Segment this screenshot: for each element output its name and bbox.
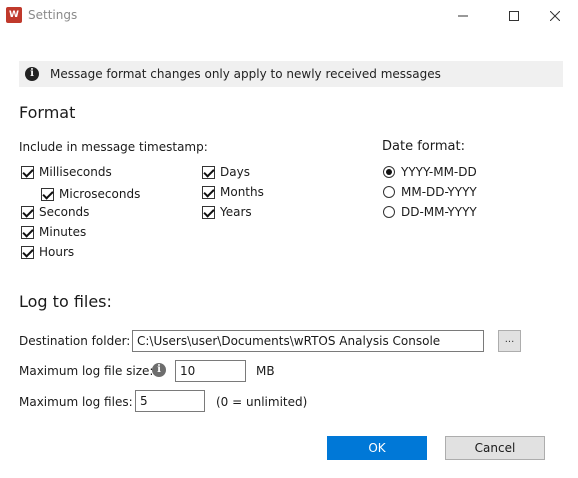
milliseconds-checkbox[interactable] bbox=[21, 166, 34, 179]
microseconds-checkbox[interactable] bbox=[41, 188, 54, 201]
max-log-size-unit: MB bbox=[256, 364, 275, 378]
seconds-checkbox[interactable] bbox=[21, 206, 34, 219]
ok-button[interactable]: OK bbox=[327, 436, 427, 460]
hours-checkbox[interactable] bbox=[21, 246, 34, 259]
date-format-label-dd-mm-yyyy: DD-MM-YYYY bbox=[401, 205, 477, 219]
title-bar: W Settings bbox=[0, 0, 578, 32]
browse-button[interactable]: ... bbox=[498, 330, 521, 352]
microseconds-label: Microseconds bbox=[59, 187, 141, 201]
minutes-label: Minutes bbox=[39, 225, 87, 239]
milliseconds-label: Milliseconds bbox=[39, 165, 112, 179]
app-icon: W bbox=[6, 7, 22, 23]
days-label: Days bbox=[220, 165, 250, 179]
cancel-button[interactable]: Cancel bbox=[445, 436, 545, 460]
close-icon bbox=[550, 11, 560, 21]
date-format-radio-yyyy-mm-dd[interactable] bbox=[383, 166, 395, 178]
days-checkbox[interactable] bbox=[202, 166, 215, 179]
info-banner-text: Message format changes only apply to new… bbox=[50, 67, 441, 81]
maximize-button[interactable] bbox=[491, 0, 537, 32]
months-label: Months bbox=[220, 185, 264, 199]
max-log-files-label: Maximum log files: bbox=[19, 395, 133, 409]
date-format-radio-dd-mm-yyyy[interactable] bbox=[383, 206, 395, 218]
max-log-files-input[interactable]: 5 bbox=[135, 390, 205, 412]
date-format-label-mm-dd-yyyy: MM-DD-YYYY bbox=[401, 185, 477, 199]
max-log-files-hint: (0 = unlimited) bbox=[216, 395, 308, 409]
close-button[interactable] bbox=[532, 0, 578, 32]
seconds-label: Seconds bbox=[39, 205, 90, 219]
date-format-radio-mm-dd-yyyy[interactable] bbox=[383, 186, 395, 198]
format-section-title: Format bbox=[19, 103, 76, 122]
max-log-size-label: Maximum log file size: bbox=[19, 364, 154, 378]
destination-folder-label: Destination folder: bbox=[19, 334, 131, 348]
minutes-checkbox[interactable] bbox=[21, 226, 34, 239]
minimize-button[interactable] bbox=[440, 0, 486, 32]
minimize-icon bbox=[458, 15, 468, 17]
years-label: Years bbox=[220, 205, 252, 219]
info-icon[interactable]: i bbox=[152, 363, 166, 377]
date-format-label-yyyy-mm-dd: YYYY-MM-DD bbox=[401, 165, 477, 179]
window-title: Settings bbox=[28, 8, 78, 22]
log-section-title: Log to files: bbox=[19, 292, 112, 311]
destination-folder-input[interactable]: C:\Users\user\Documents\wRTOS Analysis C… bbox=[132, 330, 484, 352]
hours-label: Hours bbox=[39, 245, 75, 259]
years-checkbox[interactable] bbox=[202, 206, 215, 219]
timestamp-label: Include in message timestamp: bbox=[19, 140, 208, 154]
date-format-label: Date format: bbox=[382, 139, 465, 154]
months-checkbox[interactable] bbox=[202, 186, 215, 199]
max-log-size-input[interactable]: 10 bbox=[175, 360, 246, 382]
maximize-icon bbox=[509, 11, 519, 21]
info-banner: i Message format changes only apply to n… bbox=[19, 61, 563, 87]
info-icon: i bbox=[25, 67, 39, 81]
